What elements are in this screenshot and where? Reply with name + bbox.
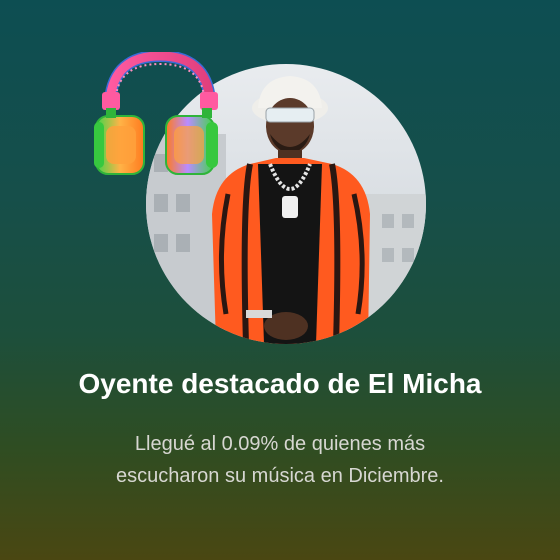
subtitle-line-1: Llegué al 0.09% de quienes más — [134, 433, 426, 455]
card-subtitle: Llegué al 0.09% de quienes más escucharo… — [60, 428, 500, 492]
subtitle-line-2: escucharon su música en Diciembre. — [116, 465, 444, 487]
card-title: Oyente destacado de El Micha — [78, 368, 482, 399]
headphones-icon — [92, 49, 228, 184]
listener-card: Oyente destacado de El Micha Llegué al 0… — [0, 0, 560, 560]
